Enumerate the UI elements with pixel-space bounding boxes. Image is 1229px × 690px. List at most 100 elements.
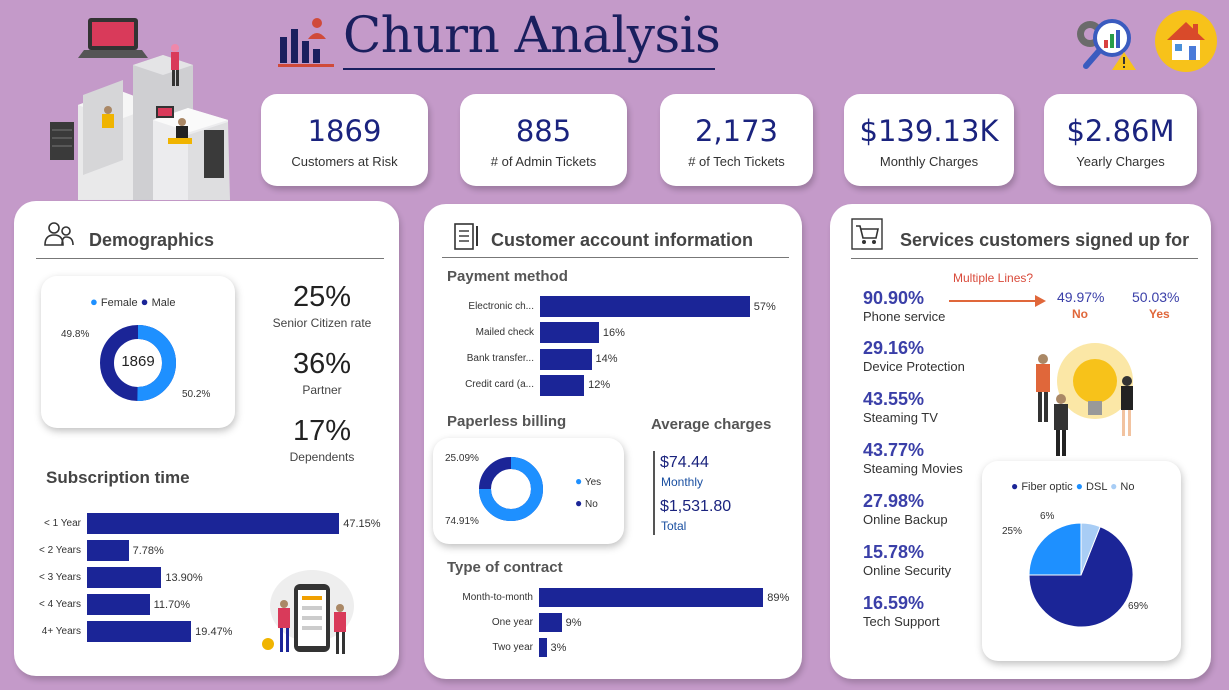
contract-title: Type of contract	[447, 559, 563, 576]
page-title: Churn Analysis	[343, 6, 721, 64]
stat-value: 36%	[292, 348, 352, 380]
phone-survey-illustration	[262, 570, 354, 654]
search-analytics-icon[interactable]	[1072, 10, 1140, 72]
bar-value-label: 11.70%	[153, 598, 191, 611]
bar-category-label: < 4 Years	[39, 598, 81, 610]
legend-no: No	[1120, 481, 1135, 493]
panel-title: Services customers signed up for	[900, 230, 1190, 250]
contract-bar-chart: Month-to-month 89% One year 9% Two year 3%	[424, 588, 802, 668]
stat-value: 25%	[292, 281, 352, 313]
stat-value: 17%	[292, 415, 352, 447]
female-share-label: 50.2%	[182, 389, 211, 400]
no-share-label: 25.09%	[445, 453, 479, 464]
document-icon	[454, 223, 478, 250]
service-label: Online Security	[863, 563, 952, 578]
senior-citizen-stat: 25% Senior Citizen rate	[262, 281, 382, 330]
home-icon	[1167, 22, 1205, 60]
bar[interactable]	[539, 638, 547, 657]
bar[interactable]	[540, 348, 592, 370]
bar-category-label: < 2 Years	[39, 544, 81, 556]
avg-total-label: Total	[661, 519, 687, 533]
kpi-value: $2.86M	[1066, 114, 1175, 148]
kpi-label: # of Tech Tickets	[688, 154, 785, 169]
stat-label: Dependents	[289, 450, 355, 464]
divider	[36, 258, 384, 259]
legend-female: Female	[100, 297, 138, 309]
bar-category-label: Credit card (a...	[465, 379, 534, 391]
yes-share-label: 74.91%	[445, 516, 479, 527]
account-panel: Customer account information Payment met…	[424, 204, 802, 679]
bar[interactable]	[87, 621, 192, 642]
legend-dot-icon: ●	[575, 474, 583, 488]
bar-category-label: Two year	[492, 641, 533, 653]
bar-category-label: Electronic ch...	[468, 300, 534, 312]
service-label: Steaming Movies	[863, 461, 963, 476]
kpi-value: 885	[515, 114, 572, 148]
legend-dot-icon: ●	[90, 294, 98, 309]
internet-pie-chart	[1028, 522, 1134, 628]
service-value: 43.77%	[863, 440, 925, 460]
stat-label: Partner	[302, 383, 342, 397]
bar[interactable]	[87, 567, 162, 588]
legend-dot-icon: ●	[1110, 479, 1118, 493]
gender-legend: ● Female ● Male	[90, 294, 175, 309]
pie-slice-dsl[interactable]	[1028, 522, 1082, 576]
service-value: 43.55%	[863, 389, 925, 409]
users-icon	[44, 222, 74, 246]
legend-dot-icon: ●	[1011, 479, 1019, 493]
bar[interactable]	[540, 322, 599, 344]
kpi-label: # of Admin Tickets	[490, 154, 597, 169]
gender-donut-card: ● Female ● Male 1869 49.8% 50.2%	[41, 276, 235, 428]
bar-value-label: 16%	[602, 326, 625, 339]
bar[interactable]	[87, 540, 129, 561]
bar-category-label: Bank transfer...	[466, 353, 534, 365]
legend-yes-label: Yes	[584, 477, 602, 488]
pie-label-dsl: 25%	[1002, 526, 1023, 537]
bar-value-label: 13.90%	[165, 571, 203, 584]
service-label: Device Protection	[863, 359, 965, 374]
multi-no-label: No	[1072, 307, 1088, 321]
bar-value-label: 3%	[550, 641, 567, 654]
avg-divider	[653, 451, 655, 535]
legend-dot-icon: ●	[1075, 479, 1083, 493]
legend-no-label: No	[585, 499, 598, 510]
arrow-right-icon	[949, 295, 1046, 307]
pie-label-fiber: 69%	[1128, 601, 1149, 612]
kpi-label: Customers at Risk	[291, 154, 398, 169]
kpi-value: 1869	[307, 114, 382, 148]
bar[interactable]	[540, 296, 750, 317]
divider	[851, 258, 1198, 259]
bar-category-label: Mailed check	[475, 326, 534, 338]
service-label: Steaming TV	[863, 410, 938, 425]
service-value: 29.16%	[863, 338, 925, 358]
bar[interactable]	[539, 588, 764, 607]
service-streaming-tv: 43.55% Steaming TV	[863, 389, 938, 425]
kpi-monthly-charges: $139.13K Monthly Charges	[844, 94, 1014, 186]
donut-center-value: 1869	[121, 353, 155, 370]
internet-service-pie-card: ● Fiber optic ● DSL ● No 69% 25% 6%	[982, 461, 1181, 661]
paperless-donut-card: 25.09% 74.91% ● Yes ● No	[433, 438, 624, 544]
kpi-label: Yearly Charges	[1076, 154, 1165, 169]
legend-dot-icon: ●	[140, 294, 149, 309]
bar[interactable]	[539, 613, 562, 632]
home-button[interactable]	[1155, 10, 1217, 72]
divider	[442, 257, 789, 258]
bar[interactable]	[540, 374, 585, 396]
demographics-panel: Demographics ● Female ● Male 1869 49.8% …	[14, 201, 399, 676]
service-label: Online Backup	[863, 512, 948, 527]
legend-dsl: DSL	[1086, 481, 1108, 493]
kpi-yearly-charges: $2.86M Yearly Charges	[1044, 94, 1197, 186]
dependents-stat: 17% Dependents	[262, 415, 382, 464]
partner-stat: 36% Partner	[262, 348, 382, 397]
avg-monthly-value: $74.44	[660, 454, 709, 471]
kpi-tech-tickets: 2,173 # of Tech Tickets	[660, 94, 813, 186]
bar[interactable]	[87, 594, 150, 615]
service-phone: 90.90% Phone service	[863, 288, 945, 324]
stat-label: Senior Citizen rate	[272, 316, 372, 330]
title-underline	[343, 68, 715, 70]
bar[interactable]	[87, 513, 340, 534]
payment-bar-chart: Electronic ch... 57% Mailed check 16% Bank t…	[424, 296, 802, 406]
service-value: 90.90%	[863, 288, 925, 308]
bar-category-label: One year	[491, 616, 533, 628]
bar-value-label: 14%	[595, 353, 618, 366]
